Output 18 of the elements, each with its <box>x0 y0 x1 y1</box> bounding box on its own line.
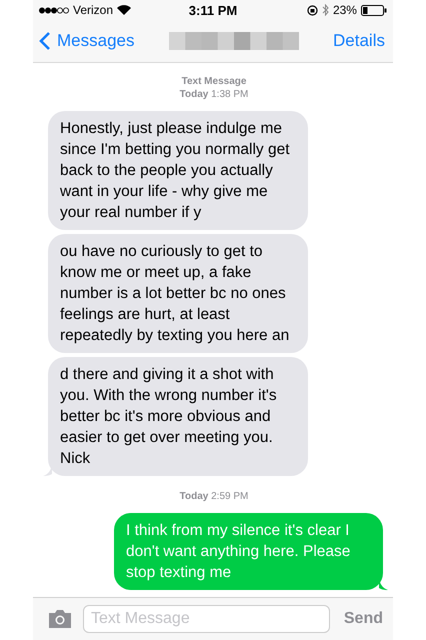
message-input-field[interactable]: Text Message <box>83 605 330 633</box>
wifi-icon <box>117 5 132 15</box>
clock-time: 3:11 PM <box>188 2 238 18</box>
received-message: Honestly, just please indulge me since I'm betting you normally get back to the people you actually want in your life - why give me your real number if y <box>48 111 308 230</box>
timestamp: Today 2:59 PM <box>180 490 248 503</box>
camera-icon[interactable] <box>47 609 73 629</box>
battery-icon <box>360 4 387 16</box>
rotation-lock-icon <box>306 4 318 16</box>
carrier-name: Verizon <box>73 3 114 17</box>
signal-icon <box>39 6 69 14</box>
back-chevron-icon <box>39 31 51 51</box>
bluetooth-icon <box>322 4 329 16</box>
back-link[interactable]: Messages <box>39 31 134 51</box>
timestamp: Today 1:38 PM <box>180 88 248 101</box>
thread-label: Text Message <box>182 75 246 88</box>
details-link[interactable]: Details <box>333 31 385 51</box>
battery-percent: 23% <box>332 3 357 17</box>
received-message: ou have no curiously to get to know me or meet up, a fake number is a lot better bc no ones feelings are hurt, at least repeatedly by texting you here an <box>48 234 308 353</box>
